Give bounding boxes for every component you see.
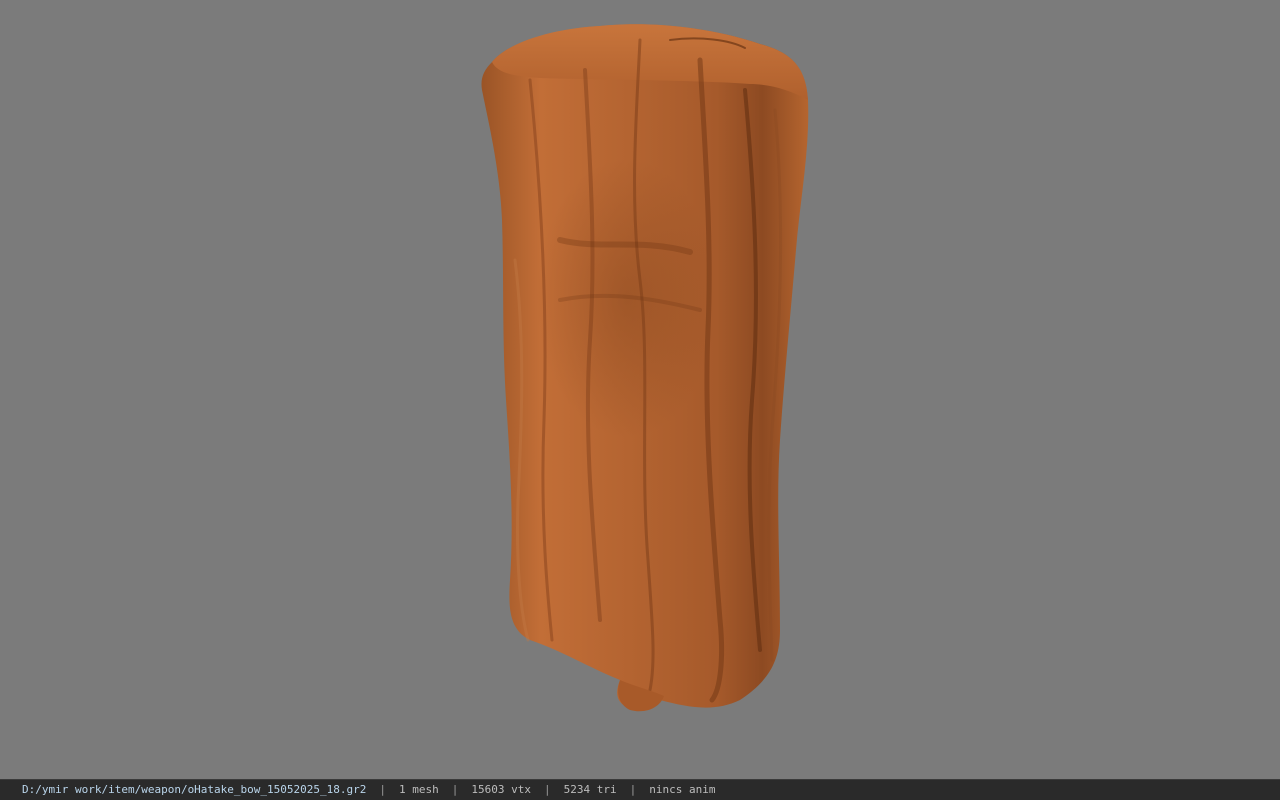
status-bar: D:/ymir work/item/weapon/oHatake_bow_150… [0, 779, 1280, 800]
animation-status: nincs anim [649, 783, 716, 796]
file-path: D:/ymir work/item/weapon/oHatake_bow_150… [22, 783, 367, 796]
wood-log-model[interactable] [0, 0, 1280, 779]
separator: | [629, 783, 637, 796]
mesh-count: 1 mesh [399, 783, 439, 796]
separator: | [451, 783, 459, 796]
separator: | [543, 783, 551, 796]
separator: | [379, 783, 386, 796]
vertex-count: 15603 vtx [471, 783, 531, 796]
triangle-count: 5234 tri [563, 783, 617, 796]
3d-viewport[interactable] [0, 0, 1280, 779]
